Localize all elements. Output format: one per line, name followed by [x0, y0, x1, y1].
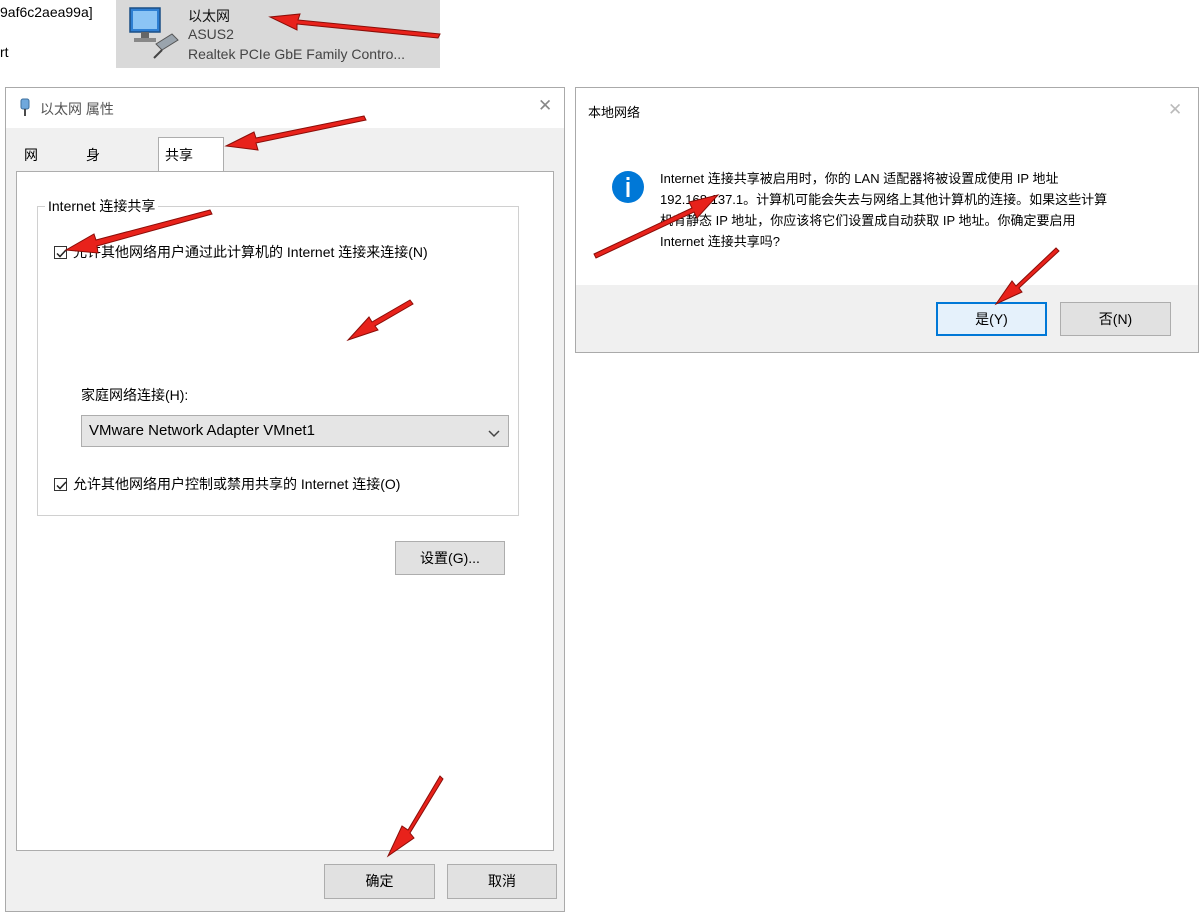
close-button[interactable]: ✕: [538, 96, 552, 116]
allow-control-checkbox[interactable]: [54, 478, 67, 491]
adapter-device: Realtek PCIe GbE Family Contro...: [188, 46, 406, 62]
allow-control-label: 允许其他网络用户控制或禁用共享的 Internet 连接(O): [73, 476, 401, 492]
ethernet-properties-window: 以太网 属性 ✕ 网络 身份验证 共享 Internet 连接共享 允许其他网络…: [5, 87, 565, 912]
home-network-label: 家庭网络连接(H):: [81, 387, 189, 403]
ics-group-title: Internet 连接共享: [45, 196, 159, 216]
adapter-name: 以太网: [188, 8, 230, 24]
allow-share-label: 允许其他网络用户通过此计算机的 Internet 连接来连接(N): [73, 244, 428, 260]
dialog-message-line: 机有静态 IP 地址，你应该将它们设置成自动获取 IP 地址。你确定要启用: [660, 213, 1076, 228]
settings-button[interactable]: 设置(G)...: [395, 541, 505, 575]
local-network-dialog: 本地网络 ✕ Internet 连接共享被启用时，你的 LAN 适配器将被设置成…: [575, 87, 1199, 353]
dialog-message-line: 192.168.137.1。计算机可能会失去与网络上其他计算机的连接。如果这些计…: [660, 192, 1108, 207]
ok-button[interactable]: 确定: [324, 864, 435, 899]
tab-network[interactable]: 网络: [18, 140, 44, 193]
allow-share-checkbox[interactable]: [54, 246, 67, 259]
home-network-value: VMware Network Adapter VMnet1: [89, 422, 315, 439]
adapter-host: ASUS2: [188, 26, 234, 42]
cancel-button[interactable]: 取消: [447, 864, 557, 899]
dialog-close-button[interactable]: ✕: [1168, 100, 1182, 120]
tab-authentication[interactable]: 身份验证: [80, 140, 106, 253]
partial-text-top: 9af6c2aea99a]: [0, 4, 93, 20]
window-title: 以太网 属性: [40, 101, 114, 117]
no-button[interactable]: 否(N): [1060, 302, 1171, 336]
dialog-message-line: Internet 连接共享吗?: [660, 234, 780, 249]
title-bar: 以太网 属性 ✕: [6, 88, 564, 128]
home-network-select[interactable]: VMware Network Adapter VMnet1: [81, 415, 509, 447]
dialog-button-bar: 是(Y) 否(N): [576, 285, 1198, 352]
tab-sharing[interactable]: 共享: [158, 137, 224, 171]
network-adapter-icon: [124, 4, 184, 64]
ethernet-adapter-item[interactable]: 以太网 ASUS2 Realtek PCIe GbE Family Contro…: [116, 0, 440, 68]
dialog-message: Internet 连接共享被启用时，你的 LAN 适配器将被设置成使用 IP 地…: [660, 168, 1160, 252]
dialog-message-line: Internet 连接共享被启用时，你的 LAN 适配器将被设置成使用 IP 地…: [660, 171, 1059, 186]
sharing-tab-panel: Internet 连接共享 允许其他网络用户通过此计算机的 Internet 连…: [16, 171, 554, 851]
partial-text-bottom: rt: [0, 44, 9, 60]
yes-button[interactable]: 是(Y): [936, 302, 1047, 336]
info-icon: [611, 170, 645, 209]
network-plug-icon: [18, 98, 32, 123]
dialog-title: 本地网络: [588, 105, 641, 120]
chevron-down-icon: [488, 426, 500, 444]
